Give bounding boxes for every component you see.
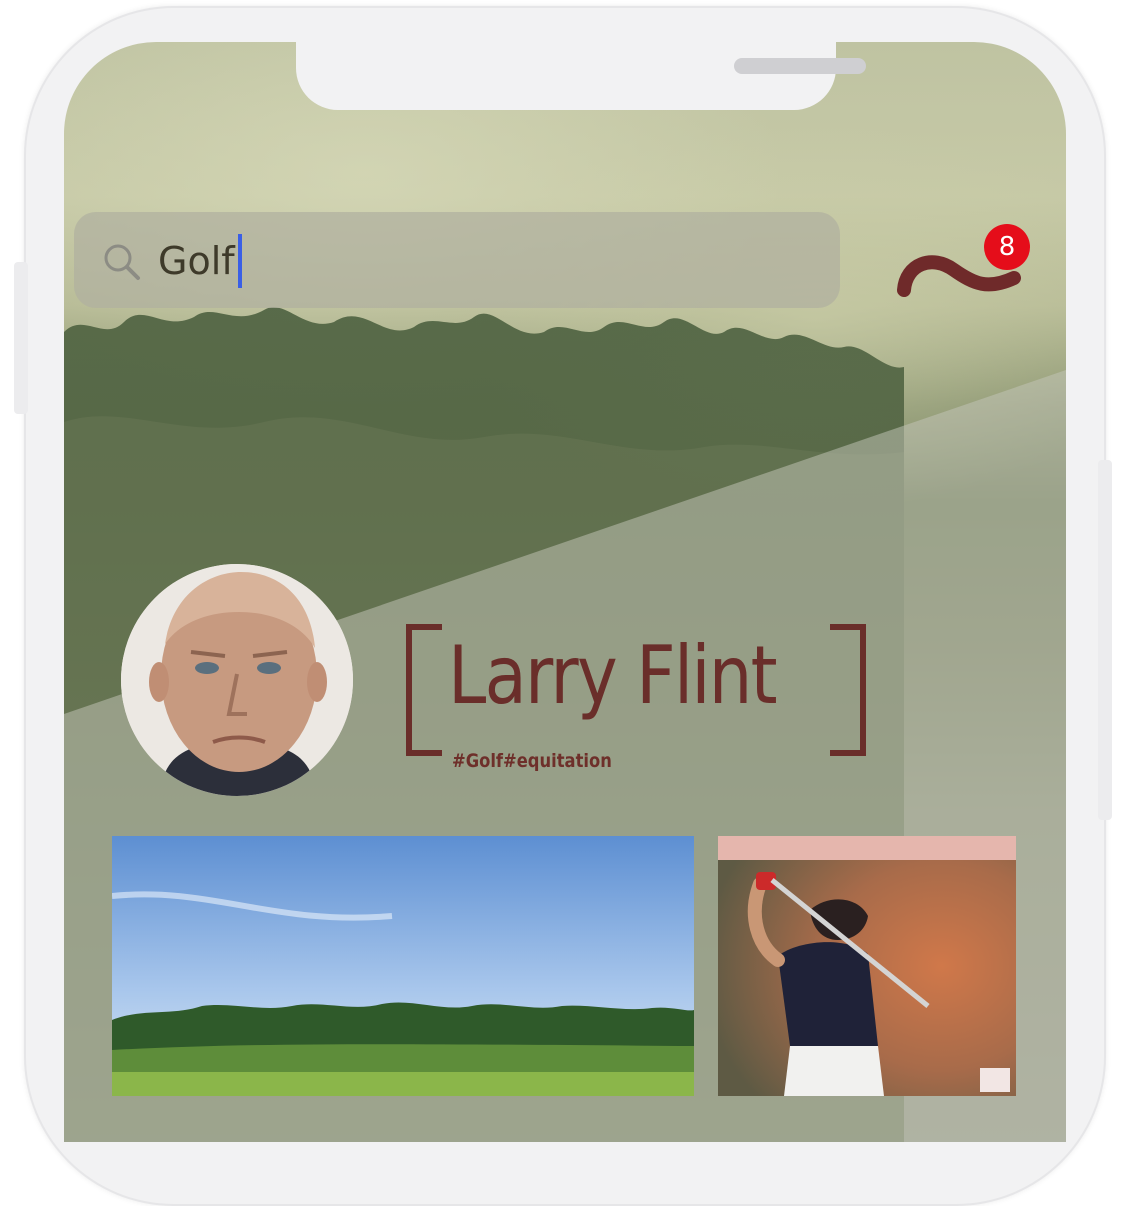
avatar[interactable] — [121, 564, 353, 796]
search-icon — [104, 244, 140, 280]
profile-tags[interactable]: #Golf#equitation — [452, 750, 612, 772]
search-bar[interactable]: Golf — [74, 212, 840, 308]
search-input[interactable]: Golf — [158, 232, 758, 290]
notification-badge[interactable]: 8 — [984, 224, 1030, 270]
phone-side-button-right — [1098, 460, 1112, 820]
phone-side-button — [14, 262, 28, 414]
right-bracket — [830, 624, 866, 756]
profile-name: Larry Flint — [448, 629, 778, 722]
app-screen: Golf 8 Larry Flint #Golf#equitation — [64, 42, 1066, 1142]
profile-name-block: Larry Flint — [402, 620, 872, 756]
golfer-image — [718, 836, 1016, 1096]
left-bracket — [406, 624, 442, 756]
gallery-photo-course[interactable] — [112, 836, 694, 1096]
speaker-grille — [734, 58, 866, 74]
portrait-image — [121, 564, 353, 796]
text-caret — [237, 234, 242, 288]
gallery-photo-golfer[interactable] — [718, 836, 1016, 1096]
golf-course-image — [112, 836, 694, 1096]
search-input-text: Golf — [158, 239, 235, 283]
phone-notch — [296, 42, 866, 110]
